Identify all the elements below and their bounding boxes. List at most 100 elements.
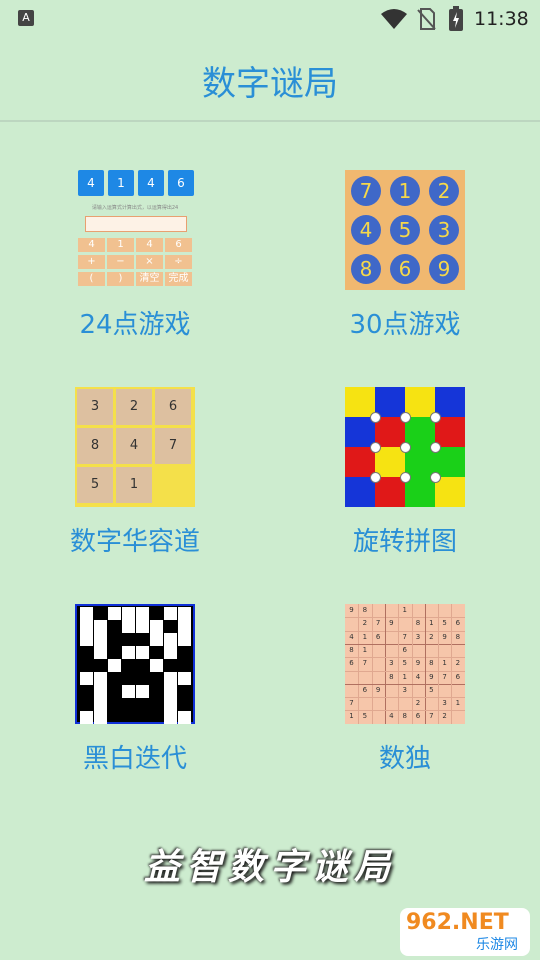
sudoku-digit: 6 bbox=[349, 659, 354, 668]
sudoku-digit: 1 bbox=[455, 699, 461, 708]
number-card: 4 bbox=[78, 170, 104, 196]
black-white-preview[interactable] bbox=[75, 604, 195, 724]
sudoku-digit: 8 bbox=[455, 632, 461, 641]
game-24-preview[interactable]: 4 1 4 6 请输入运算式计算出式，以运算得出24 4 1 4 6 + − × ÷() 清空 完成 bbox=[75, 170, 195, 290]
white-cell bbox=[94, 711, 107, 724]
sudoku-digit: 8 bbox=[362, 606, 368, 614]
game-30-label[interactable]: 30点游戏 bbox=[295, 304, 515, 341]
white-cell bbox=[80, 607, 93, 620]
white-cell bbox=[164, 711, 177, 724]
white-cell bbox=[94, 672, 107, 685]
key-button: 清空 bbox=[136, 272, 163, 286]
number-circle: 5 bbox=[390, 215, 420, 245]
sudoku-digit: 6 bbox=[415, 712, 421, 721]
klotski-tile: 6 bbox=[154, 388, 192, 426]
black-white-label[interactable]: 黑白迭代 bbox=[25, 738, 245, 775]
rotate-puzzle-preview[interactable] bbox=[345, 387, 465, 507]
color-block bbox=[375, 447, 405, 477]
color-block bbox=[435, 447, 465, 477]
white-cell bbox=[136, 646, 149, 659]
status-bar: A 11:38 bbox=[0, 0, 540, 36]
white-cell bbox=[164, 607, 177, 620]
rotate-handle-icon bbox=[370, 442, 381, 453]
page-title: 数字谜局 bbox=[202, 64, 338, 104]
sudoku-digit: 1 bbox=[429, 619, 434, 628]
white-cell bbox=[94, 620, 107, 633]
white-cell bbox=[108, 659, 121, 672]
watermark-logo: 962.NET 乐游网 bbox=[400, 908, 530, 956]
rotate-handle-icon bbox=[400, 442, 411, 453]
sudoku-label[interactable]: 数独 bbox=[295, 738, 515, 775]
number-circle: 6 bbox=[390, 254, 420, 284]
sudoku-digit: 4 bbox=[389, 712, 394, 721]
white-cell bbox=[94, 698, 107, 711]
white-cell bbox=[122, 646, 135, 659]
white-cell bbox=[80, 633, 93, 646]
sudoku-digit: 1 bbox=[349, 712, 354, 721]
sudoku-digit: 4 bbox=[415, 672, 421, 681]
wifi-icon bbox=[381, 9, 407, 29]
sudoku-digit: 8 bbox=[415, 619, 421, 628]
rotate-handle-icon bbox=[370, 412, 381, 423]
sudoku-digit: 1 bbox=[402, 672, 407, 681]
sudoku-preview[interactable]: 9812798156416732988166735981281497669357… bbox=[345, 604, 465, 724]
white-cell bbox=[150, 633, 163, 646]
sudoku-digit: 7 bbox=[402, 632, 407, 641]
white-cell bbox=[164, 685, 177, 698]
sudoku-digit: 4 bbox=[349, 632, 354, 641]
number-card: 4 bbox=[138, 170, 164, 196]
sudoku-digit: 7 bbox=[375, 619, 381, 628]
sudoku-digit: 2 bbox=[429, 632, 434, 641]
sudoku-digit: 8 bbox=[429, 659, 434, 668]
key-button: − bbox=[107, 255, 134, 269]
game-30-preview[interactable]: 712 453 869 bbox=[345, 170, 465, 290]
sudoku-digit: 7 bbox=[349, 699, 354, 708]
expression-field bbox=[85, 216, 187, 232]
sudoku-digit: 2 bbox=[455, 659, 461, 668]
klotski-tile: 5 bbox=[76, 466, 114, 504]
klotski-tile: 7 bbox=[154, 427, 192, 465]
white-cell bbox=[136, 607, 149, 620]
white-cell bbox=[80, 672, 93, 685]
sudoku-digit: 2 bbox=[362, 619, 368, 628]
white-cell bbox=[178, 620, 191, 633]
game-24-label[interactable]: 24点游戏 bbox=[25, 304, 245, 341]
rotate-handle-icon bbox=[430, 442, 441, 453]
white-cell bbox=[94, 633, 107, 646]
number-card: 1 bbox=[108, 170, 134, 196]
color-block bbox=[345, 447, 375, 477]
number-circle: 1 bbox=[390, 176, 420, 206]
sudoku-digit: 8 bbox=[389, 672, 394, 681]
number-circle: 3 bbox=[429, 215, 459, 245]
sudoku-digit: 3 bbox=[389, 659, 394, 668]
white-cell bbox=[94, 646, 107, 659]
sudoku-digit: 7 bbox=[442, 672, 447, 681]
clock: 11:38 bbox=[474, 8, 529, 30]
sudoku-digit: 1 bbox=[362, 645, 368, 654]
sudoku-digit: 1 bbox=[362, 632, 368, 641]
number-card: 6 bbox=[168, 170, 194, 196]
bottom-banner: 益智数字谜局 bbox=[143, 846, 396, 888]
color-block bbox=[345, 387, 375, 417]
watermark-sub: 乐游网 bbox=[476, 937, 518, 953]
sudoku-digit: 1 bbox=[402, 606, 407, 614]
rotate-puzzle-label[interactable]: 旋转拼图 bbox=[295, 521, 515, 558]
klotski-preview[interactable]: 326 847 51 bbox=[75, 387, 195, 507]
sudoku-digit: 3 bbox=[442, 699, 447, 708]
color-block bbox=[405, 477, 435, 507]
rotate-handle-icon bbox=[400, 412, 411, 423]
white-cell bbox=[122, 620, 135, 633]
white-cell bbox=[164, 646, 177, 659]
white-cell bbox=[94, 685, 107, 698]
sudoku-digit: 2 bbox=[442, 712, 447, 721]
key-button: ÷ bbox=[165, 255, 192, 269]
white-cell bbox=[178, 672, 191, 685]
rotate-handle-icon bbox=[430, 412, 441, 423]
key-button: ( bbox=[78, 272, 105, 286]
sudoku-digit: 9 bbox=[375, 685, 381, 694]
klotski-label[interactable]: 数字华容道 bbox=[25, 521, 245, 558]
color-block bbox=[345, 477, 375, 507]
key-button: 4 bbox=[136, 238, 163, 252]
battery-icon bbox=[449, 6, 463, 31]
key-button: 4 bbox=[78, 238, 105, 252]
